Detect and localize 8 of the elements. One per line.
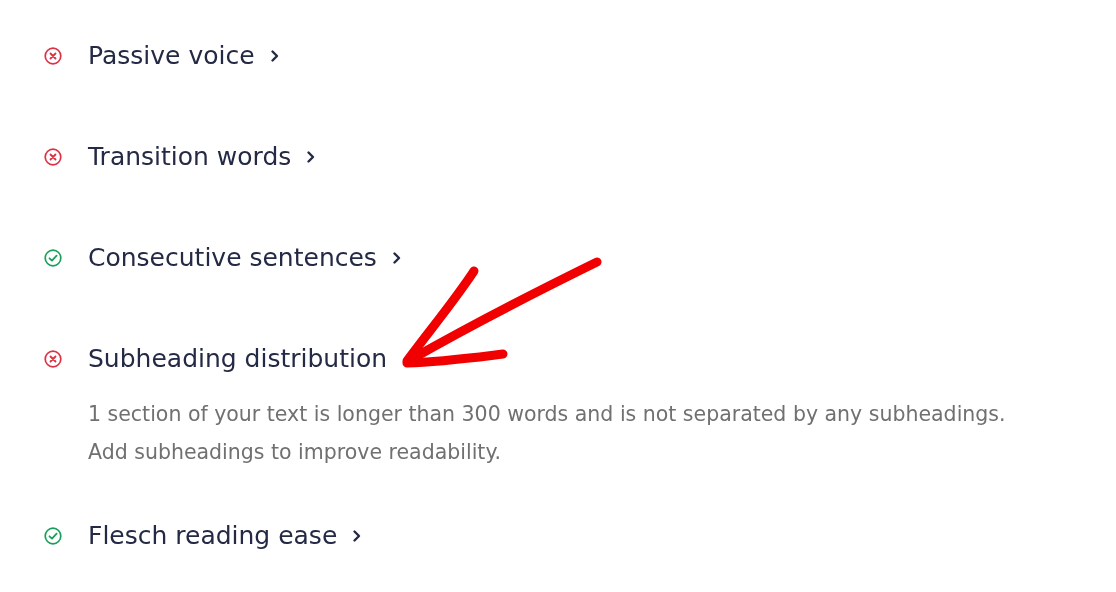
- check-title-toggle[interactable]: Transition words: [88, 138, 318, 176]
- chevron-icon: [268, 49, 281, 63]
- check-title-toggle[interactable]: Flesch reading ease: [88, 517, 364, 555]
- check-title-toggle[interactable]: Subheading distribution: [88, 340, 388, 378]
- check-title-toggle[interactable]: Consecutive sentences: [88, 239, 403, 277]
- check-description: 1 section of your text is longer than 300 words and is not separated by any subheadings. Add subheadings to improve readability.: [88, 401, 1007, 466]
- check-title-toggle[interactable]: Passive voice: [88, 37, 281, 75]
- chevron-icon: [390, 251, 403, 265]
